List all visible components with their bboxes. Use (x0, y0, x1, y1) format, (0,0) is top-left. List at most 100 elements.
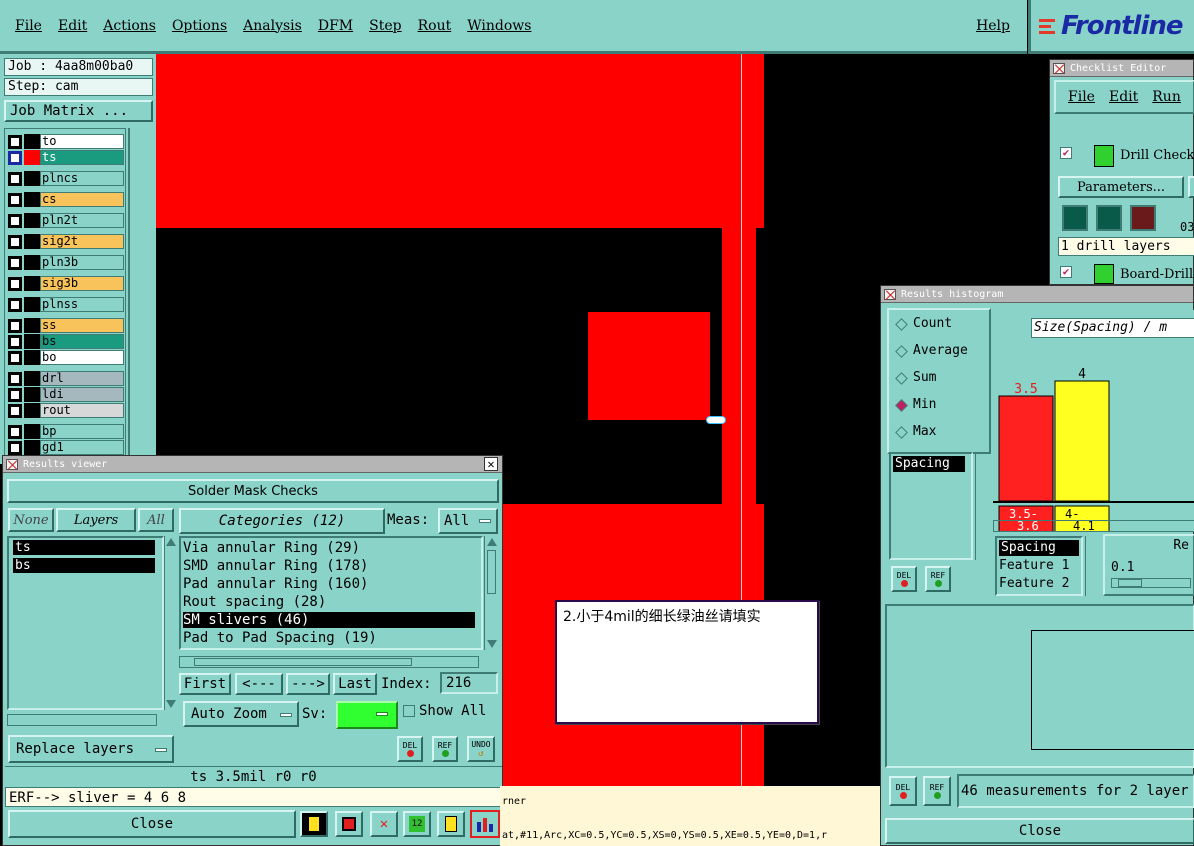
layer-row-plncs[interactable]: plncs (8, 171, 124, 186)
layer-visibility-checkbox[interactable] (8, 235, 22, 249)
layer-row-to[interactable]: to (8, 134, 124, 149)
meas-select[interactable]: All (438, 508, 498, 534)
menu-windows[interactable]: Windows (466, 16, 532, 36)
feature-list-item[interactable]: Spacing (999, 540, 1079, 556)
parameters-button[interactable]: Parameters... (1058, 176, 1184, 198)
histogram-close-button[interactable]: Close (885, 818, 1194, 844)
window-menu-icon[interactable] (1053, 63, 1065, 74)
ce-menu-run[interactable]: Run (1152, 89, 1181, 105)
layer-row-bs[interactable]: bs (8, 334, 124, 349)
feature-list[interactable]: Spacing Feature 1 Feature 2 (995, 536, 1083, 596)
ce-menu-file[interactable]: File (1068, 89, 1095, 105)
categories-button[interactable]: Categories (12) (179, 508, 385, 534)
prev-button[interactable]: <--- (235, 673, 283, 695)
feature-list-item[interactable]: Feature 1 (999, 558, 1069, 573)
first-button[interactable]: First (179, 673, 231, 695)
hscroll-thumb[interactable] (194, 658, 412, 666)
next-button[interactable]: ---> (286, 673, 330, 695)
stat-option-min[interactable]: Min (895, 397, 985, 415)
ce-menu-edit[interactable]: Edit (1109, 89, 1138, 105)
layer-visibility-checkbox[interactable] (8, 335, 22, 349)
ref-button[interactable]: REF (432, 736, 458, 762)
category-item[interactable]: Pad to Pad Spacing (19) (183, 630, 475, 646)
layer-row-pln3b[interactable]: pln3b (8, 255, 124, 270)
layer-visibility-checkbox[interactable] (8, 151, 22, 165)
sv-color-select[interactable] (336, 701, 398, 729)
layer-row-rout[interactable]: rout (8, 403, 124, 418)
numeric-tool-icon[interactable]: 12 (403, 811, 431, 837)
preview-board[interactable] (1031, 630, 1194, 750)
category-item[interactable]: SMD annular Ring (178) (183, 558, 475, 574)
menu-options[interactable]: Options (171, 16, 228, 36)
last-button[interactable]: Last (333, 673, 377, 695)
layer-scrollbar[interactable] (128, 128, 154, 464)
window-menu-icon[interactable] (6, 459, 18, 470)
layer-row-ts[interactable]: ts (8, 150, 124, 165)
measure-list-scrollbar[interactable] (975, 452, 987, 560)
radio-icon[interactable] (895, 399, 908, 412)
window-menu-icon[interactable] (884, 289, 896, 300)
layer-visibility-checkbox[interactable] (8, 298, 22, 312)
results-viewer-titlebar[interactable]: Results viewer ✕ (3, 456, 502, 473)
none-button[interactable]: None (8, 508, 54, 532)
radio-icon[interactable] (895, 372, 908, 385)
stop-icon[interactable] (1130, 205, 1156, 231)
layer-row-gd1[interactable]: gd1 (8, 440, 124, 455)
histogram-titlebar[interactable]: Results histogram (881, 286, 1193, 303)
menu-rout[interactable]: Rout (417, 16, 453, 36)
scroll-thumb[interactable] (487, 550, 496, 594)
auto-zoom-select[interactable]: Auto Zoom (183, 701, 299, 727)
scroll-up-icon[interactable] (166, 538, 176, 546)
layer-list-hscroll[interactable] (7, 714, 157, 726)
layer-row-ss[interactable]: ss (8, 318, 124, 333)
next-param-button[interactable] (1188, 176, 1194, 198)
category-item[interactable]: Via annular Ring (29) (183, 540, 475, 556)
undo-button[interactable]: UNDO ↺ (467, 736, 495, 762)
menu-analysis[interactable]: Analysis (242, 16, 303, 36)
stat-option-sum[interactable]: Sum (895, 370, 985, 388)
layer-visibility-checkbox[interactable] (8, 172, 22, 186)
graph-tool-icon[interactable] (300, 811, 328, 837)
categories-scrollbar[interactable] (484, 536, 498, 650)
menu-file[interactable]: File (14, 16, 43, 36)
menu-dfm[interactable]: DFM (317, 16, 354, 36)
layer-visibility-checkbox[interactable] (8, 404, 22, 418)
layer-row-sig2t[interactable]: sig2t (8, 234, 124, 249)
stat-option-count[interactable]: Count (895, 316, 985, 334)
erf-tool-icon[interactable]: ✕ (370, 811, 398, 837)
select-tool-icon[interactable] (335, 811, 363, 837)
histogram-chart[interactable]: 3.53.5-3.644-4.1 (993, 336, 1194, 532)
layer-visibility-checkbox[interactable] (8, 319, 22, 333)
layer-row-drl[interactable]: drl (8, 371, 124, 386)
notes-tool-icon[interactable] (437, 811, 465, 837)
checklist-titlebar[interactable]: Checklist Editor (1050, 60, 1193, 77)
scroll-down-icon[interactable] (487, 640, 497, 648)
layer-row-bo[interactable]: bo (8, 350, 124, 365)
feature-list-scrollbar[interactable] (1085, 536, 1097, 596)
run-icon[interactable] (1062, 205, 1088, 231)
hist-ref-button-2[interactable]: REF (923, 776, 951, 806)
del-button[interactable]: DEL (397, 736, 423, 762)
layer-row-plnss[interactable]: plnss (8, 297, 124, 312)
chart-hscroll[interactable] (993, 520, 1194, 532)
histogram-bar[interactable] (1054, 380, 1110, 502)
layer-row-pln2t[interactable]: pln2t (8, 213, 124, 228)
layer-visibility-checkbox[interactable] (8, 135, 22, 149)
category-item[interactable]: SM slivers (46) (183, 612, 475, 628)
replace-layers-select[interactable]: Replace layers (8, 735, 174, 763)
menu-step[interactable]: Step (368, 16, 402, 36)
menu-edit[interactable]: Edit (57, 16, 88, 36)
measure-list-item[interactable]: Spacing (893, 456, 965, 472)
menu-help[interactable]: Help (975, 16, 1011, 36)
hist-ref-button[interactable]: REF (925, 566, 951, 592)
layer-visibility-checkbox[interactable] (8, 277, 22, 291)
scroll-up-icon[interactable] (487, 538, 497, 546)
job-matrix-button[interactable]: Job Matrix ... (4, 100, 153, 122)
feature-list-item[interactable]: Feature 2 (999, 576, 1069, 591)
category-item[interactable]: Rout spacing (28) (183, 594, 475, 610)
close-button[interactable]: Close (8, 810, 296, 838)
sliver-marker[interactable] (707, 417, 725, 423)
drill-check-checkbox[interactable]: ✔ (1060, 147, 1072, 159)
categories-hscroll[interactable] (179, 656, 479, 668)
layer-visibility-checkbox[interactable] (8, 425, 22, 439)
